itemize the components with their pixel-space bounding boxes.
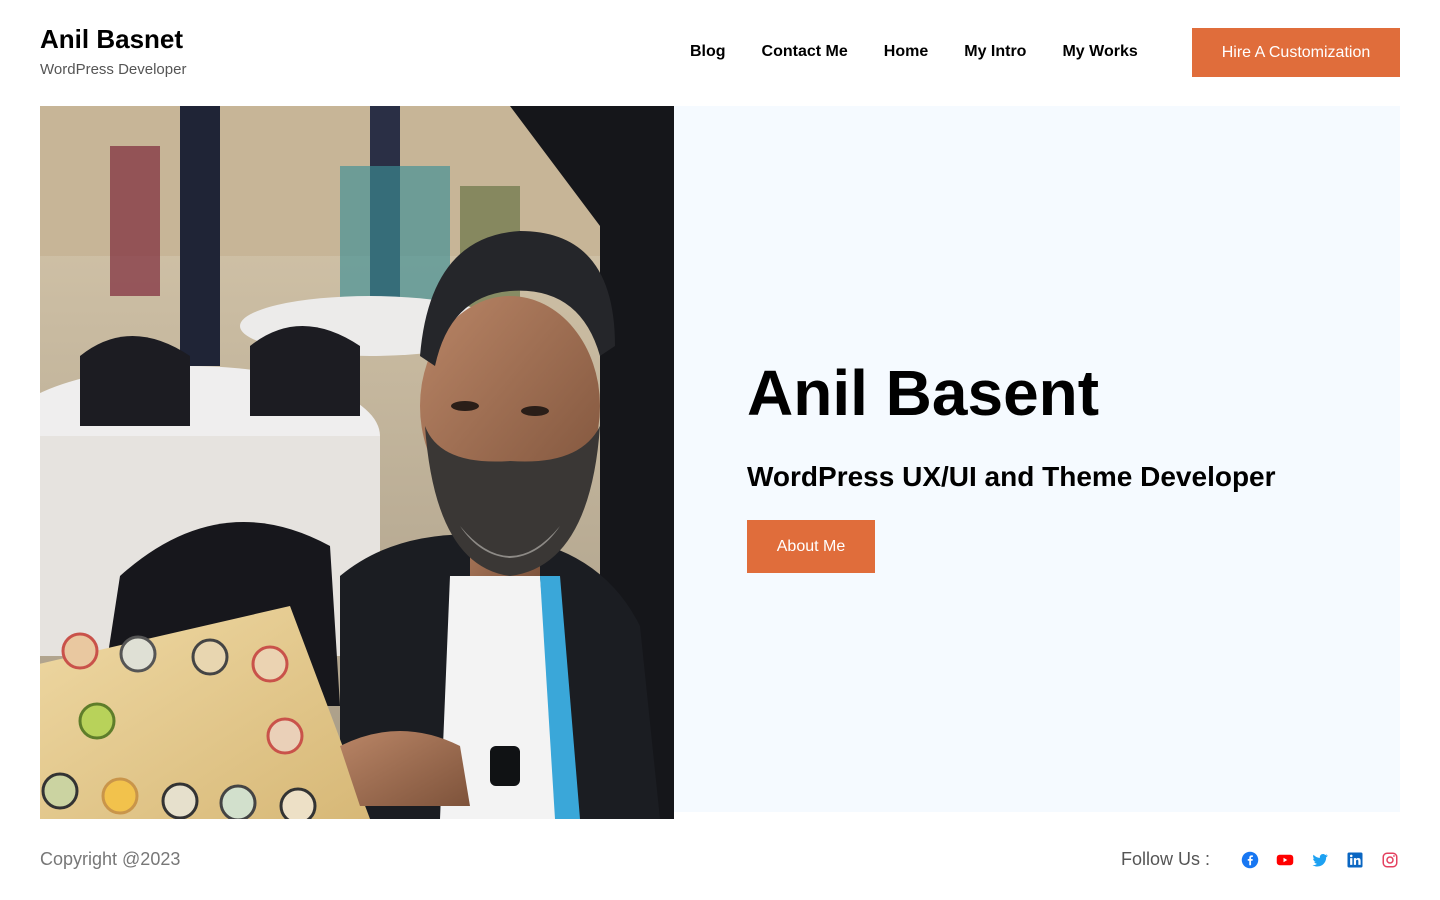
nav-item-my-intro[interactable]: My Intro: [946, 43, 1044, 61]
hero-photo-illustration: [40, 106, 674, 819]
hire-customization-button[interactable]: Hire A Customization: [1192, 28, 1400, 77]
copyright-text: Copyright @2023: [40, 849, 181, 869]
hero-photo: [40, 106, 674, 819]
nav-item-blog[interactable]: Blog: [672, 43, 744, 61]
nav-item-home[interactable]: Home: [866, 43, 946, 61]
nav-item-my-works[interactable]: My Works: [1044, 43, 1155, 61]
twitter-icon[interactable]: [1311, 851, 1329, 869]
hero-name: Anil Basent: [747, 357, 1100, 429]
main-navigation: Blog Contact Me Home My Intro My Works: [672, 43, 1156, 61]
facebook-icon[interactable]: [1241, 851, 1259, 869]
site-title[interactable]: Anil Basnet: [40, 24, 183, 55]
follow-us-label: Follow Us :: [1121, 849, 1211, 869]
instagram-icon[interactable]: [1381, 851, 1399, 869]
nav-item-contact-me[interactable]: Contact Me: [744, 43, 866, 61]
site-tagline: WordPress Developer: [40, 61, 187, 78]
linkedin-icon[interactable]: [1346, 851, 1364, 869]
youtube-icon[interactable]: [1276, 851, 1294, 869]
hero-panel: [674, 106, 1400, 812]
about-me-button[interactable]: About Me: [747, 520, 875, 573]
hero-subtitle: WordPress UX/UI and Theme Developer: [747, 461, 1276, 492]
